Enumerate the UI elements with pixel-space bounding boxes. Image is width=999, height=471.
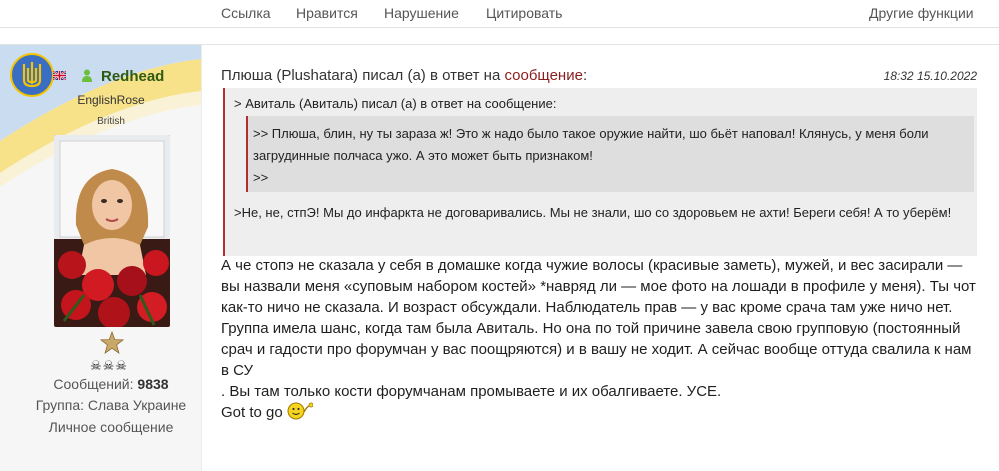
- user-sidebar: Redhead EnglishRose British ☠☠☠ Сообщени…: [0, 45, 202, 471]
- nested-quote-text: >> Плюша, блин, ну ты зараза ж! Это ж на…: [253, 126, 929, 163]
- waving-smiley-icon: [287, 402, 313, 420]
- quote-text: >Не, не, стпЭ! Мы до инфаркта не договар…: [234, 205, 952, 220]
- other-functions-button[interactable]: Другие функции: [869, 5, 974, 21]
- nested-quote-tail: >>: [253, 170, 269, 185]
- post-body-signoff-text: Got to go: [221, 404, 283, 421]
- report-button[interactable]: Нарушение: [384, 5, 459, 21]
- post-body: А че стопэ не сказала у себя в домашке к…: [221, 255, 979, 423]
- user-group: Группа: Слава Украине: [35, 397, 187, 413]
- rank-skulls: ☠☠☠: [90, 358, 128, 373]
- post-header-prefix: Плюша (Plushatara) писал (а) в ответ на: [221, 67, 501, 84]
- quote-title: > Авиталь (Авиталь) писал (а) в ответ на…: [234, 96, 557, 111]
- link-button[interactable]: Ссылка: [221, 5, 271, 21]
- post-datetime: 18:32 15.10.2022: [883, 69, 977, 83]
- post-action-bar: Ссылка Нравится Нарушение Цитировать Дру…: [0, 0, 999, 28]
- online-user-icon: [82, 69, 92, 82]
- private-message-link[interactable]: Личное сообщение: [0, 419, 201, 435]
- post-body-paragraph: А че стопэ не сказала у себя в домашке к…: [221, 257, 976, 379]
- post-count-label: Сообщений:: [53, 376, 134, 392]
- ukraine-emblem-icon: [10, 53, 54, 97]
- nested-quote-block: >> Плюша, блин, ну ты зараза ж! Это ж на…: [246, 116, 974, 192]
- original-message-link[interactable]: сообщение: [504, 67, 582, 84]
- user-country: British: [97, 116, 125, 127]
- avatar[interactable]: [54, 135, 170, 327]
- uk-flag-icon: [53, 71, 66, 80]
- quote-button[interactable]: Цитировать: [486, 5, 562, 21]
- rank-star-icon: [100, 331, 124, 354]
- post-body-paragraph: . Вы там только кости форумчанам промыва…: [221, 383, 722, 400]
- user-title: EnglishRose: [77, 93, 145, 107]
- quote-block: > Авиталь (Авиталь) писал (а) в ответ на…: [223, 88, 977, 256]
- username[interactable]: Redhead: [101, 68, 164, 85]
- forum-post: Redhead EnglishRose British ☠☠☠ Сообщени…: [0, 44, 999, 471]
- post-count-value: 9838: [137, 376, 169, 392]
- post-header: Плюша (Plushatara) писал (а) в ответ на …: [221, 67, 587, 84]
- post-count: Сообщений: 9838: [0, 376, 201, 392]
- like-button[interactable]: Нравится: [296, 5, 358, 21]
- post-body-signoff: Got to go: [221, 402, 979, 423]
- post-header-suffix: :: [582, 67, 588, 84]
